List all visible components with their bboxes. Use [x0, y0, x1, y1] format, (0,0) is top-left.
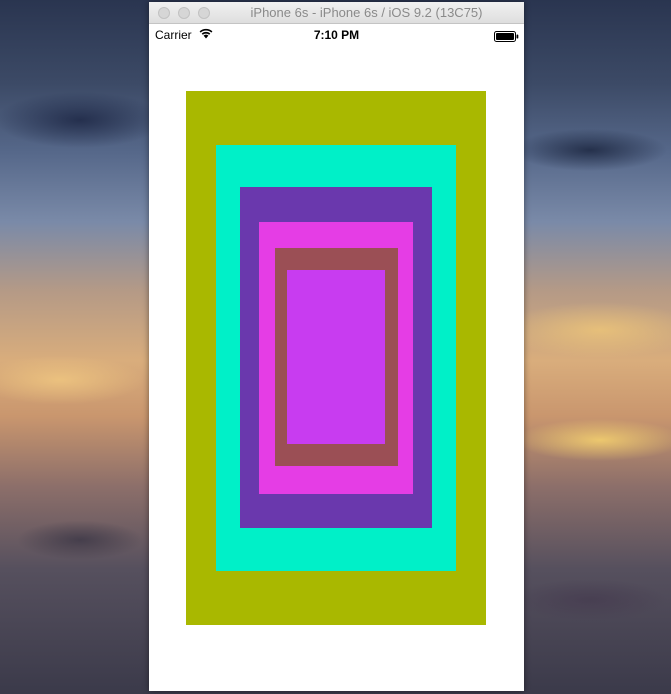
device-screen: Carrier 7:10 PM: [149, 24, 524, 691]
minimize-window-button[interactable]: [178, 7, 190, 19]
status-time: 7:10 PM: [313, 28, 360, 42]
status-bar: Carrier 7:10 PM: [149, 24, 524, 44]
desktop-wallpaper: iPhone 6s - iPhone 6s / iOS 9.2 (13C75) …: [0, 0, 671, 694]
battery-icon: [494, 31, 519, 42]
window-title: iPhone 6s - iPhone 6s / iOS 9.2 (13C75): [250, 5, 483, 20]
simulator-window: iPhone 6s - iPhone 6s / iOS 9.2 (13C75) …: [149, 2, 524, 691]
inner-violet-rectangle: [287, 270, 385, 444]
window-titlebar: iPhone 6s - iPhone 6s / iOS 9.2 (13C75): [149, 2, 524, 24]
close-window-button[interactable]: [158, 7, 170, 19]
